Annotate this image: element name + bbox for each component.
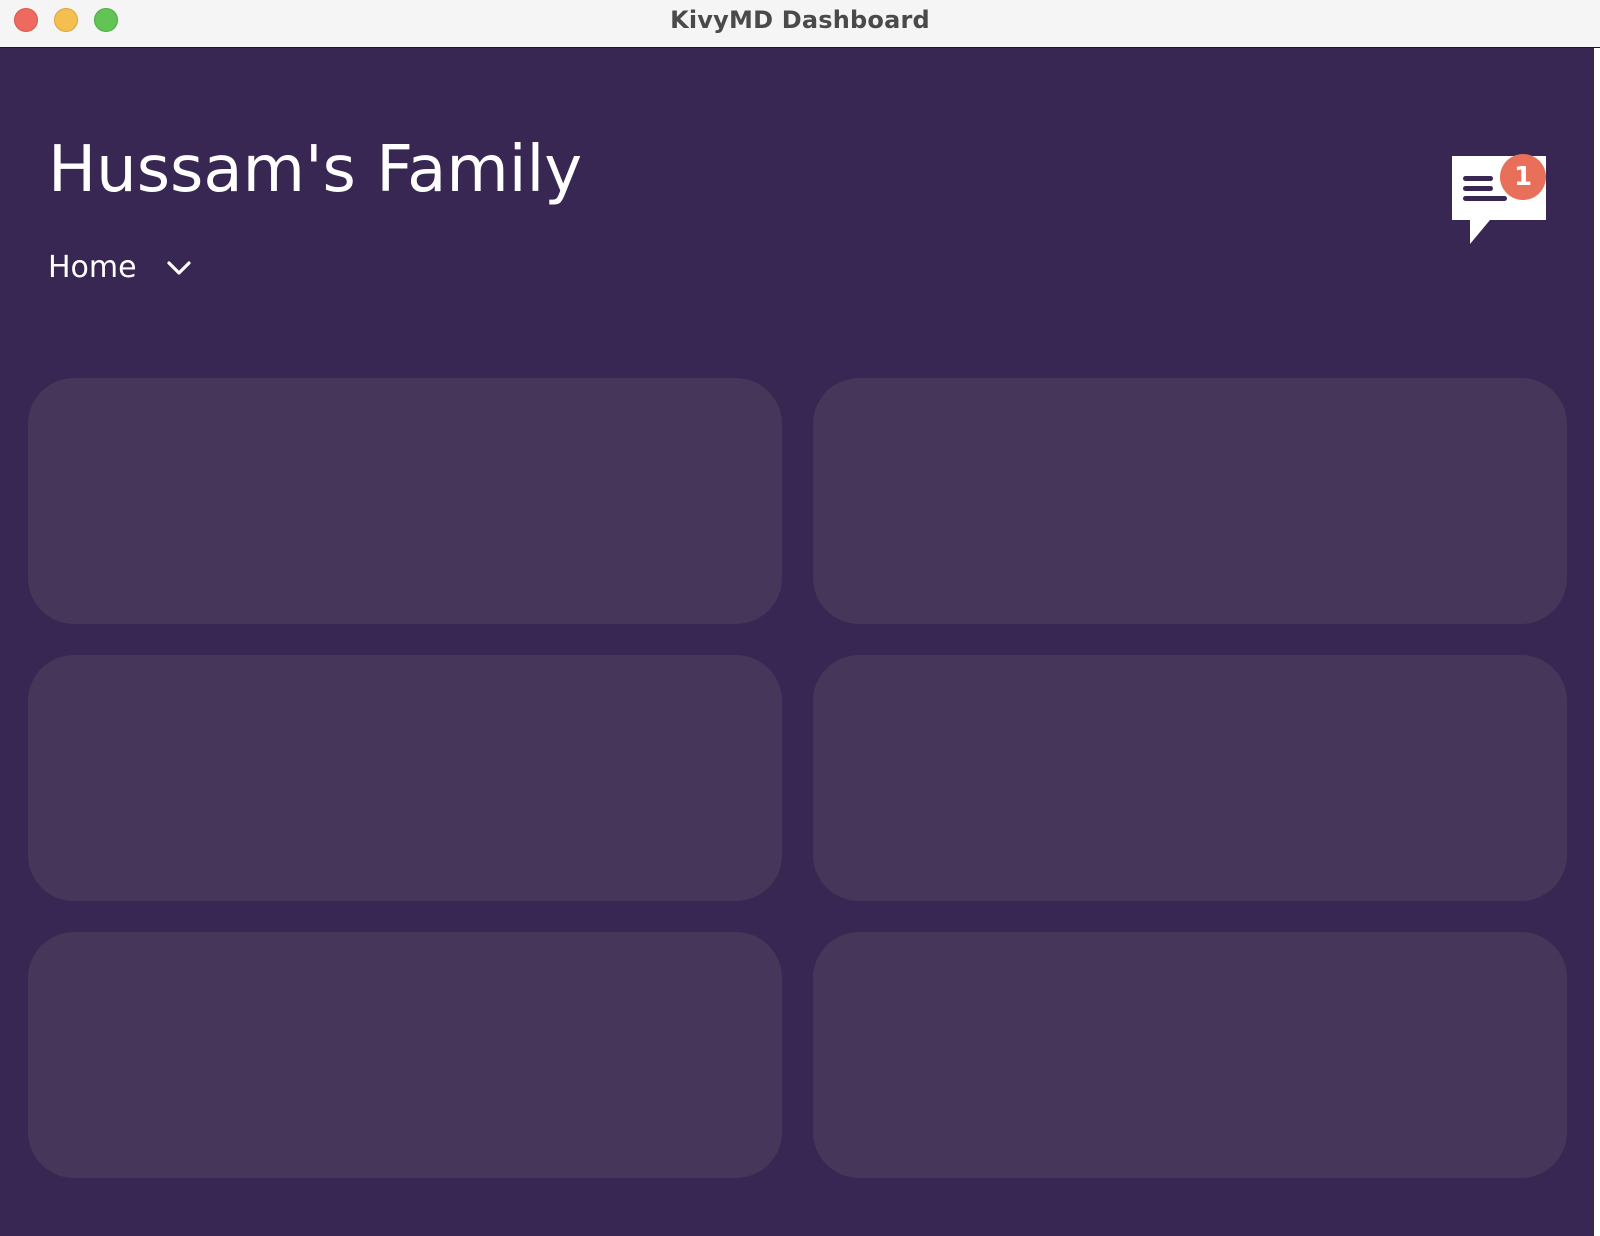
dashboard-card[interactable]: [813, 655, 1567, 901]
home-dropdown-label: Home: [48, 250, 137, 285]
window-titlebar: KivyMD Dashboard: [0, 0, 1600, 48]
home-dropdown[interactable]: Home: [48, 244, 193, 292]
window-edge: [1594, 48, 1600, 1236]
dashboard-card[interactable]: [28, 655, 782, 901]
dashboard-screen: Hussam's Family Home: [0, 48, 1600, 1236]
dashboard-card[interactable]: [813, 378, 1567, 624]
app-window: KivyMD Dashboard Hussam's Family Home 1: [0, 0, 1600, 1236]
notification-count: 1: [1513, 162, 1533, 192]
window-title: KivyMD Dashboard: [670, 6, 930, 34]
chevron-down-icon: [166, 261, 191, 275]
dashboard-card[interactable]: [813, 932, 1567, 1178]
page-title: Hussam's Family: [48, 133, 583, 207]
dashboard-card[interactable]: [28, 932, 782, 1178]
dashboard-card[interactable]: [28, 378, 782, 624]
